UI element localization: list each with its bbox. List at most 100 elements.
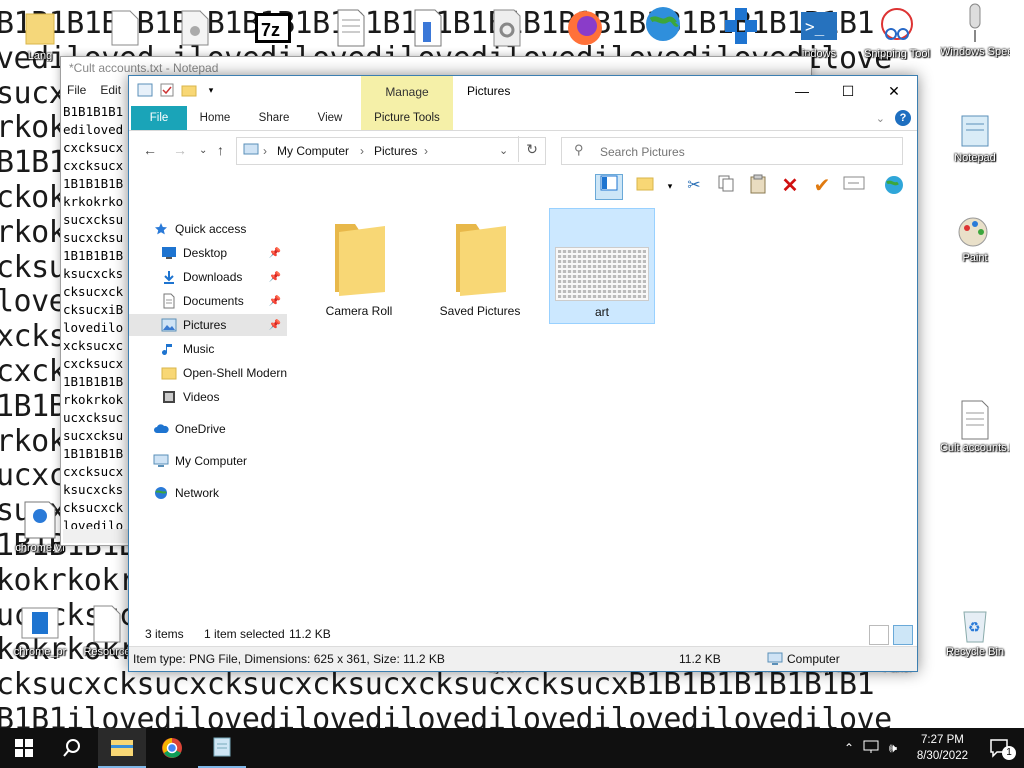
nav-item-videos[interactable]: Videos — [129, 386, 287, 408]
desktop-icon-app[interactable] — [160, 8, 230, 48]
preview-pane-icon[interactable] — [595, 174, 623, 200]
desktop-icon-gear[interactable] — [472, 8, 542, 48]
tab-file[interactable]: File — [131, 106, 187, 130]
desktop-icon-powershell[interactable]: >_ indows — [784, 6, 854, 60]
tab-picture-tools[interactable]: Picture Tools — [361, 106, 453, 130]
folder-options-icon[interactable] — [633, 174, 659, 198]
minimize-button[interactable]: — — [779, 76, 825, 106]
back-arrow-icon[interactable]: ← — [143, 142, 157, 158]
pin-icon: 📌 — [268, 319, 281, 331]
desktop-icon-7zip[interactable]: 7z — [238, 8, 308, 48]
close-button[interactable]: ✕ — [871, 76, 917, 106]
help-icon[interactable]: ? — [895, 110, 911, 126]
desktop-icon-lang[interactable]: Lang — [5, 8, 75, 62]
desktop-icon-paint[interactable]: Paint — [940, 210, 1010, 264]
desktop-icon-file[interactable] — [90, 8, 160, 48]
download-icon — [161, 269, 177, 285]
file-explorer-window[interactable]: ▾ Manage Pictures — ☐ ✕ File Home Share … — [128, 75, 918, 672]
desktop-icon-blocks[interactable] — [706, 6, 776, 46]
window-controls: — ☐ ✕ — [779, 76, 917, 106]
chevron-down-icon[interactable]: ▾ — [657, 174, 683, 198]
notepad-horizontal-scrollbar[interactable] — [63, 529, 129, 543]
tab-share[interactable]: Share — [249, 106, 299, 130]
nav-item-documents[interactable]: Documents 📌 — [129, 290, 287, 312]
notepad-text-line: ucxcksuc — [63, 410, 124, 425]
folder-icon — [161, 365, 177, 381]
file-item-saved-pictures[interactable]: Saved Pictures — [428, 208, 532, 322]
search-input[interactable] — [598, 142, 892, 162]
chevron-down-icon[interactable]: ▾ — [203, 82, 219, 98]
refresh-button[interactable]: ↻ — [518, 136, 545, 162]
taskbar-notepad[interactable] — [198, 728, 246, 768]
file-list: Camera Roll Saved Pictures art — [299, 206, 909, 626]
cut-icon[interactable]: ✂ — [681, 174, 707, 198]
desktop-icon-notepad[interactable]: Notepad — [940, 110, 1010, 164]
paste-icon[interactable] — [745, 174, 771, 198]
action-center-button[interactable]: 1 — [976, 728, 1024, 768]
network-icon[interactable] — [860, 740, 882, 757]
file-item-art[interactable]: art — [549, 208, 655, 324]
file-item-camera-roll[interactable]: Camera Roll — [307, 208, 411, 322]
taskbar-file-explorer[interactable] — [98, 728, 146, 768]
new-folder-icon[interactable] — [181, 82, 197, 98]
notepad-menu-edit[interactable]: Edit — [100, 83, 121, 97]
selection-count: 1 item selected — [204, 627, 285, 641]
windows-logo-icon — [15, 739, 33, 757]
maximize-button[interactable]: ☐ — [825, 76, 871, 106]
desktop-icon-network[interactable] — [628, 4, 698, 44]
notepad-text-area[interactable]: B1B1B1B1 ediloved cxcksucx cxcksucx 1B1B1B1B… — [63, 103, 129, 533]
up-arrow-icon[interactable]: ↑ — [217, 142, 224, 158]
clock-date: 8/30/2022 — [916, 750, 968, 762]
nav-item-network[interactable]: Network — [129, 482, 287, 504]
chevron-up-icon[interactable]: ⌃ — [838, 741, 860, 755]
delete-icon[interactable]: ✕ — [777, 174, 803, 198]
copy-icon[interactable] — [713, 174, 739, 198]
notepad-text-line: 1B1B1B1B — [63, 248, 124, 263]
nav-item-open-shell-modern[interactable]: Open-Shell Modern — [129, 362, 287, 384]
forward-arrow-icon[interactable]: → — [173, 142, 187, 158]
clock[interactable]: 7:27 PM 8/30/2022 — [917, 732, 968, 764]
breadcrumb-pictures[interactable]: Pictures — [374, 144, 417, 158]
desktop-icon-snipping[interactable]: Snipping Tool — [862, 6, 932, 60]
nav-item-my-computer[interactable]: My Computer — [129, 450, 287, 472]
network-icon — [153, 485, 169, 501]
large-icons-view-icon[interactable] — [893, 625, 913, 645]
nav-item-music[interactable]: Music — [129, 338, 287, 360]
checkmark-icon[interactable]: ✔ — [809, 174, 835, 198]
desktop-icon-chrome-pr[interactable]: chrome_pr — [5, 604, 75, 658]
start-button[interactable] — [0, 728, 48, 768]
checkmark-icon[interactable] — [159, 82, 175, 98]
rename-icon[interactable] — [841, 174, 867, 198]
desktop-icon-cult-accounts[interactable]: Cult accounts.txt — [940, 400, 1010, 454]
nav-item-pictures[interactable]: Pictures 📌 — [129, 314, 287, 336]
nav-item-onedrive[interactable]: OneDrive — [129, 418, 287, 440]
search-button[interactable] — [48, 728, 96, 768]
nav-item-downloads[interactable]: Downloads 📌 — [129, 266, 287, 288]
properties-icon[interactable] — [137, 82, 153, 98]
breadcrumb-my-computer[interactable]: My Computer — [277, 144, 349, 158]
tab-home[interactable]: Home — [191, 106, 239, 130]
quick-access-toolbar: ▾ — [137, 82, 219, 98]
notepad-menu-file[interactable]: File — [67, 83, 86, 97]
explorer-titlebar[interactable]: ▾ Manage Pictures — ☐ ✕ — [129, 76, 917, 106]
volume-icon[interactable]: 🕪 — [882, 740, 904, 756]
details-view-icon[interactable] — [869, 625, 889, 645]
desktop-icon-doc[interactable] — [394, 8, 464, 48]
taskbar-chrome[interactable] — [148, 728, 196, 768]
nav-item-quick-access[interactable]: Quick access — [129, 218, 287, 240]
desktop-icon-firefox[interactable] — [550, 8, 620, 48]
desktop-icon-recycle-bin[interactable]: ♻ Recycle Bin — [940, 604, 1010, 658]
desktop-icon-speech[interactable]: Windows Speech Re... — [940, 3, 1010, 58]
web-file-icon — [20, 500, 60, 540]
desktop-icon-text[interactable] — [316, 8, 386, 48]
address-bar[interactable]: › My Computer › Pictures › ⌄ — [236, 137, 546, 165]
tab-manage[interactable]: Manage — [361, 76, 453, 106]
expand-ribbon-icon[interactable]: ⌄ — [876, 112, 885, 125]
nav-item-desktop[interactable]: Desktop 📌 — [129, 242, 287, 264]
search-box[interactable]: ⚲ — [561, 137, 903, 165]
address-dropdown-icon[interactable]: ⌄ — [499, 144, 508, 157]
tab-view[interactable]: View — [307, 106, 353, 130]
scissors-icon — [877, 6, 917, 46]
recent-locations-icon[interactable]: ⌄ — [199, 145, 207, 156]
globe-icon[interactable] — [881, 174, 907, 198]
